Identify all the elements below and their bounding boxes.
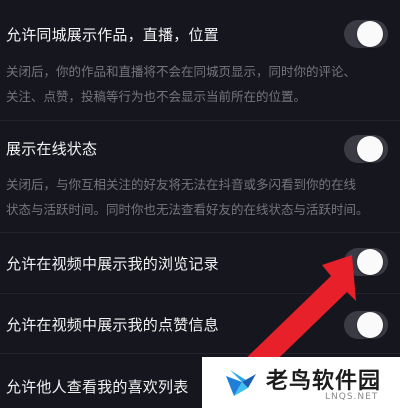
online-status-toggle[interactable] [344, 135, 388, 163]
setting-description: 关闭后，与你互相关注的好友将无法在抖音或多闪看到你的在线 状态与活跃时间。同时你… [6, 172, 386, 222]
setting-description: 关闭后，你的作品和直播将不会在同城页显示，同时你的评论、 关注、点赞，投稿等行为… [6, 59, 386, 109]
setting-title: 展示在线状态 [6, 140, 98, 158]
divider [0, 120, 400, 121]
toggle-knob [357, 249, 383, 275]
divider [0, 293, 400, 294]
watermark-name: 老鸟软件园 [266, 369, 382, 394]
description-line: 关闭后，与你互相关注的好友将无法在抖音或多闪看到你的在线 [6, 177, 357, 192]
watermark-url: LNQS.NET [325, 392, 379, 402]
setting-title: 允许他人查看我的喜欢列表 [6, 378, 189, 396]
divider [0, 353, 400, 354]
setting-title: 允许在视频中展示我的点赞信息 [6, 316, 219, 334]
bird-logo-icon [226, 370, 256, 396]
nearby-display-toggle[interactable] [344, 20, 388, 48]
watermark: 老鸟软件园 LNQS.NET [202, 357, 400, 408]
like-info-toggle[interactable] [344, 311, 388, 339]
description-line: 关闭后，你的作品和直播将不会在同城页显示，同时你的评论、 [6, 64, 357, 79]
browse-history-toggle[interactable] [344, 248, 388, 276]
setting-title: 允许同城展示作品，直播，位置 [6, 26, 219, 44]
description-line: 状态与活跃时间。同时你也无法查看好友的在线状态与活跃时间。 [6, 202, 369, 217]
description-line: 关注、点赞，投稿等行为也不会显示当前所在的位置。 [6, 89, 307, 104]
toggle-knob [357, 21, 383, 47]
divider [0, 232, 400, 233]
setting-title: 允许在视频中展示我的浏览记录 [6, 255, 219, 273]
toggle-knob [357, 136, 383, 162]
toggle-knob [357, 312, 383, 338]
